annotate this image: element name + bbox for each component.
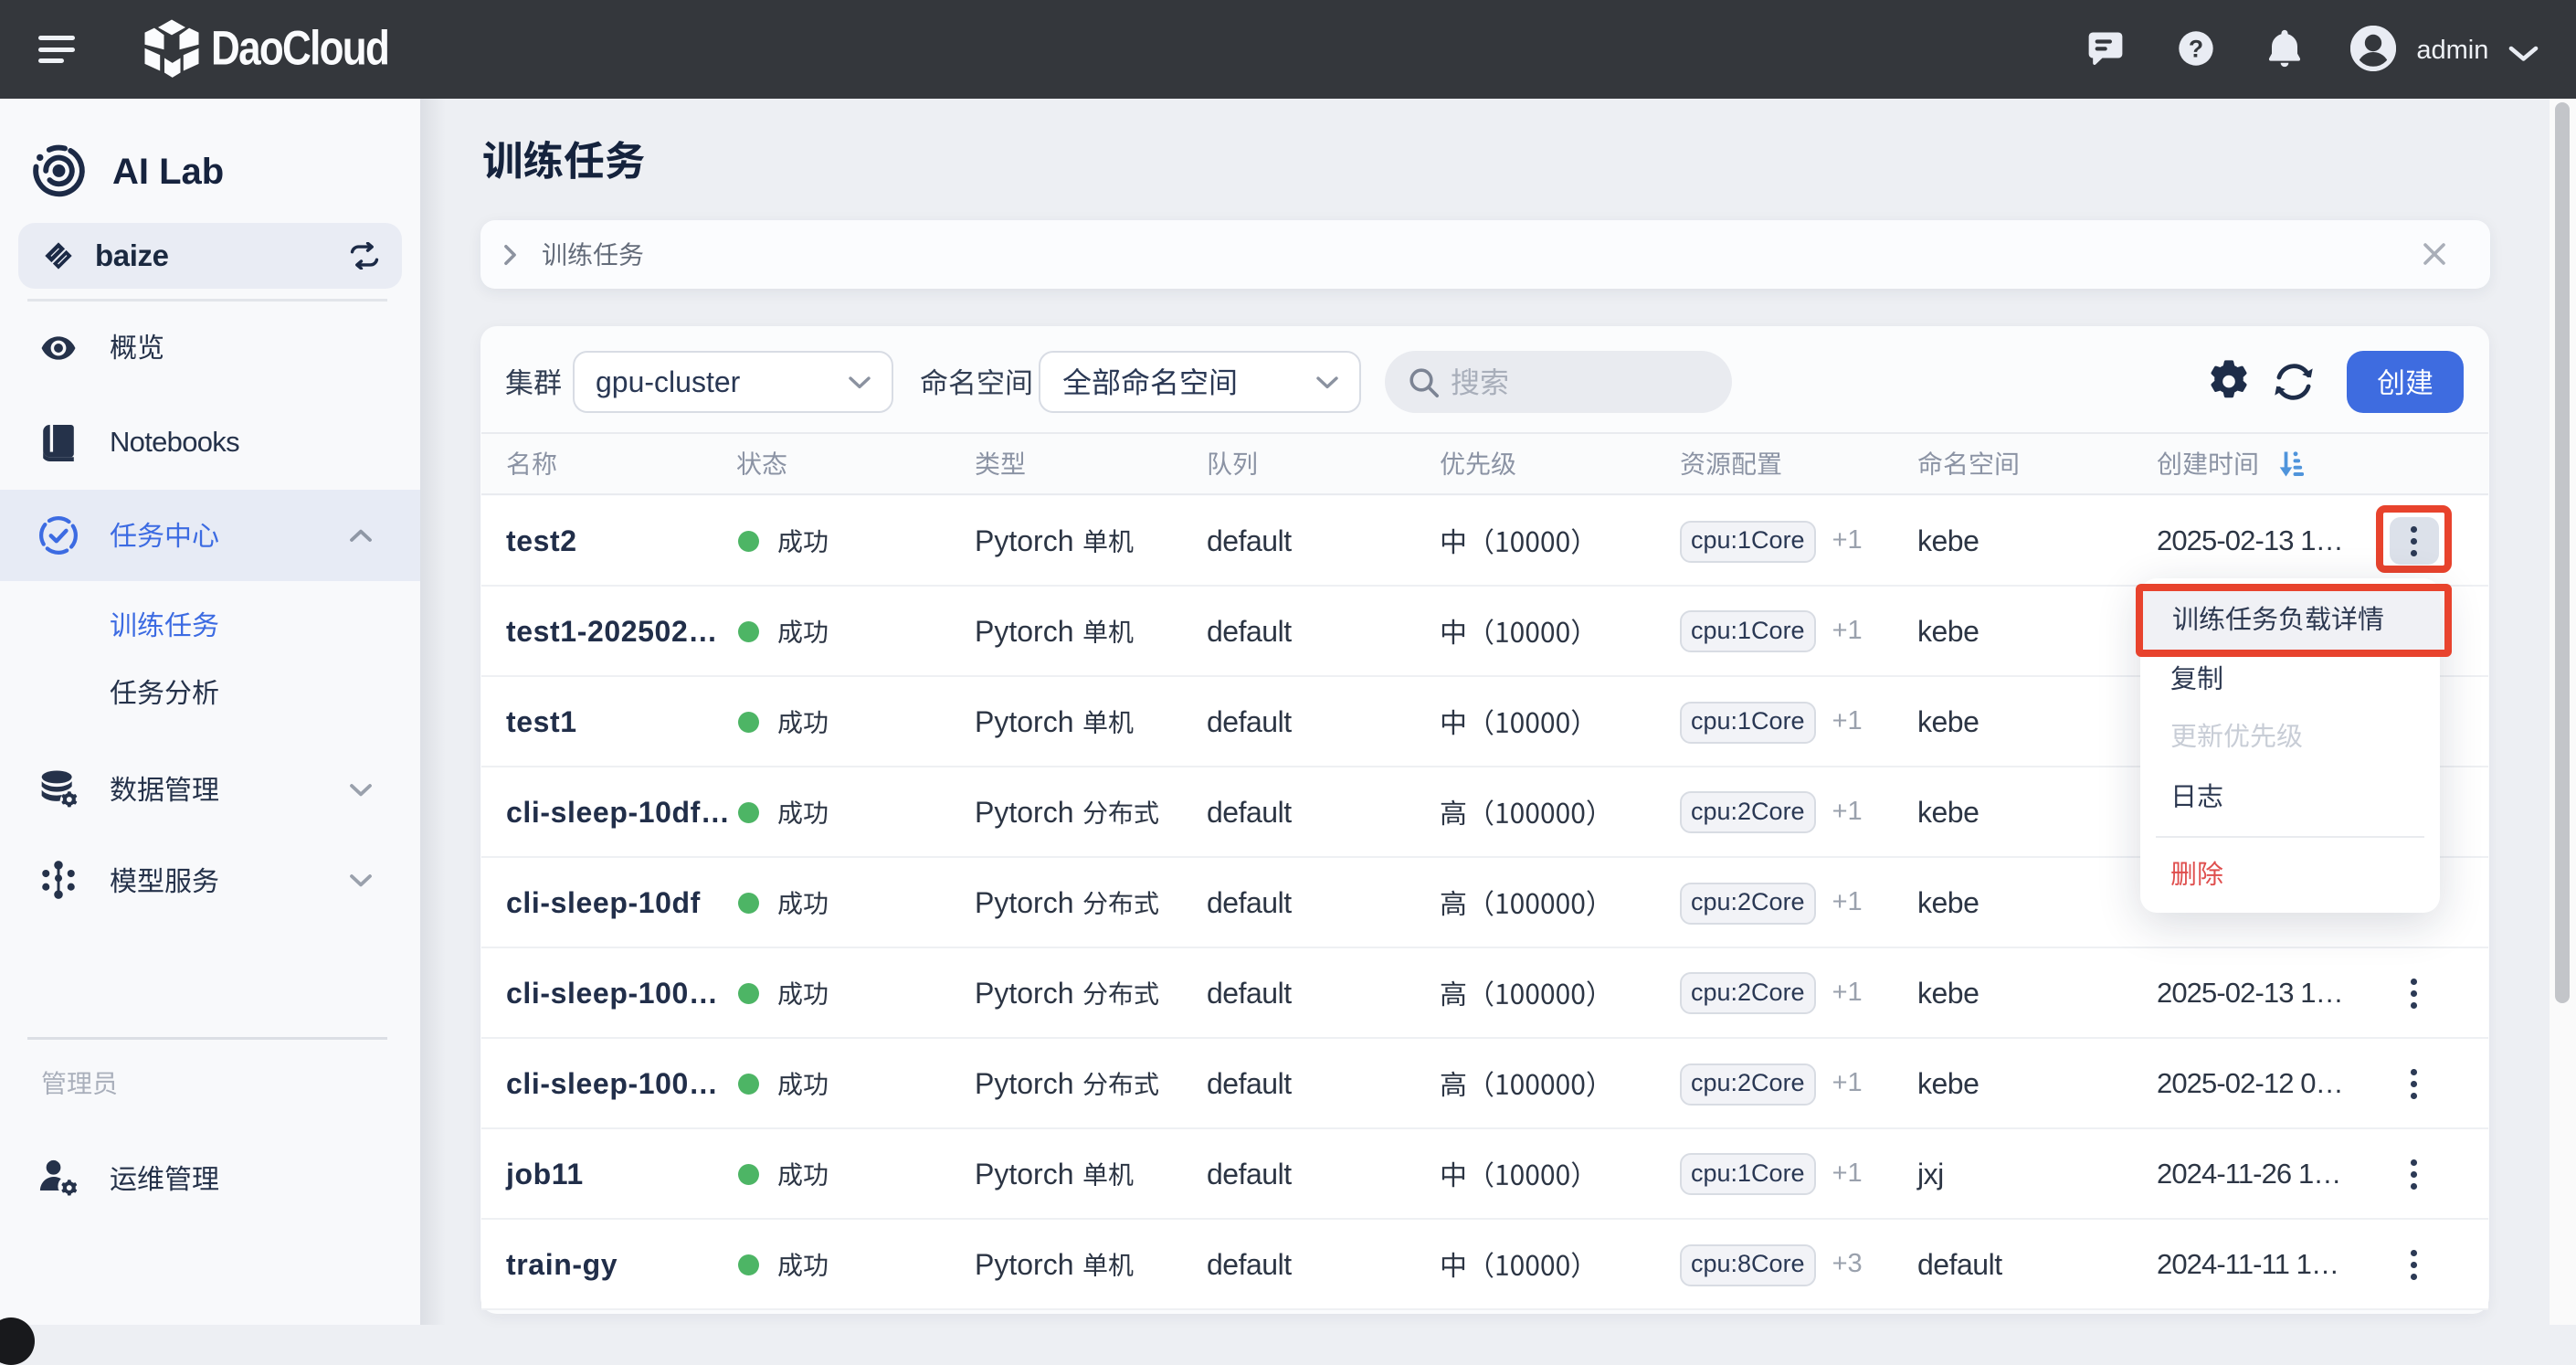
svg-text:?: ? [2189, 36, 2203, 63]
